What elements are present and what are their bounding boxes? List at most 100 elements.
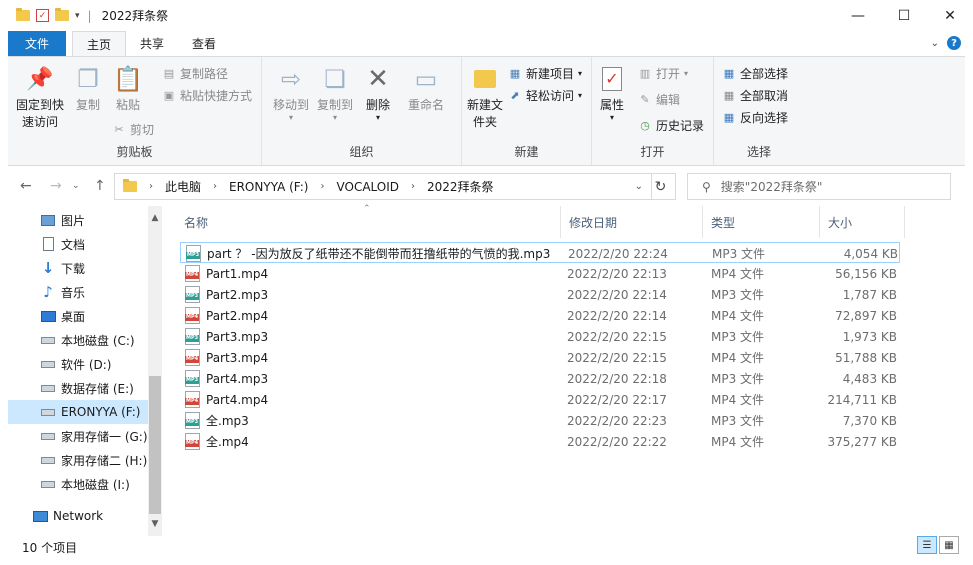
easy-access-button[interactable]: ⬈ 轻松访问 ▾ (508, 85, 582, 105)
address-history-chevron-icon[interactable]: ⌄ (635, 181, 643, 192)
organize-group-label: 组织 (349, 145, 374, 159)
customize-toolbar-icon[interactable]: ▾ (75, 11, 80, 21)
back-arrow-icon[interactable]: ← (20, 178, 32, 194)
copy-to-button[interactable]: ❏ 复制到 ▾ (310, 63, 360, 122)
minimize-button[interactable]: — (835, 0, 881, 31)
large-icons-view-icon[interactable]: ▦ (939, 536, 959, 554)
file-row[interactable]: MP3 Part3.mp3 2022/2/20 22:15 MP3 文件 1,9… (180, 326, 900, 347)
mp4-file-icon: MP4 (185, 307, 200, 324)
file-row[interactable]: MP3 全.mp3 2022/2/20 22:23 MP3 文件 7,370 K… (180, 410, 900, 431)
breadcrumb-this-pc[interactable]: 此电脑 (165, 178, 201, 195)
breadcrumb-drive[interactable]: ERONYYA (F:) (229, 180, 308, 194)
file-type: MP3 文件 (711, 372, 765, 386)
close-button[interactable]: ✕ (927, 0, 973, 31)
nav-item-music[interactable]: ♪ 音乐 (8, 280, 148, 304)
scrollbar-thumb[interactable] (149, 376, 161, 514)
chevron-down-icon: ▾ (578, 90, 583, 100)
nav-scrollbar[interactable]: ▲ ▼ (148, 206, 162, 536)
delete-button[interactable]: ✕ 删除 ▾ (358, 63, 398, 122)
documents-icon (40, 236, 56, 252)
file-name: part ？ -因为放反了纸带还不能倒带而狂撸纸带的气愤的我.mp3 (207, 247, 551, 261)
title-bar: ✓ ▾ | 2022拜条祭 — ☐ ✕ (0, 0, 973, 31)
up-arrow-icon[interactable]: ↑ (94, 178, 106, 194)
new-folder-quick-icon[interactable] (55, 8, 69, 21)
easy-access-icon: ⬈ (510, 88, 520, 102)
maximize-button[interactable]: ☐ (881, 0, 927, 31)
nav-item-drive-e[interactable]: 数据存储 (E:) (8, 376, 148, 400)
nav-item-drive-d[interactable]: 软件 (D:) (8, 352, 148, 376)
properties-button[interactable]: ✓ 属性 ▾ (592, 63, 632, 122)
nav-item-drive-h[interactable]: 家用存储二 (H:) (8, 448, 148, 472)
help-icon[interactable]: ? (947, 36, 961, 50)
tab-share[interactable]: 共享 (126, 31, 178, 56)
refresh-button[interactable]: ↻ (646, 173, 676, 200)
scroll-down-icon[interactable]: ▼ (148, 516, 162, 532)
select-none-button[interactable]: ▦ 全部取消 (722, 85, 788, 105)
drive-icon (40, 332, 56, 348)
pin-to-quick-access-button[interactable]: 📌 固定到快速访问 (14, 63, 66, 131)
search-input[interactable]: ⚲ 搜索"2022拜条祭" (687, 173, 951, 200)
nav-item-drive-f[interactable]: ERONYYA (F:) (8, 400, 148, 424)
file-row[interactable]: MP4 Part2.mp4 2022/2/20 22:14 MP4 文件 72,… (180, 305, 900, 326)
forward-arrow-icon[interactable]: → (50, 178, 62, 194)
file-row[interactable]: MP3 Part4.mp3 2022/2/20 22:18 MP3 文件 4,4… (180, 368, 900, 389)
file-size: 1,973 KB (842, 329, 897, 344)
edit-button[interactable]: ✎ 编辑 (638, 89, 680, 109)
tab-view[interactable]: 查看 (178, 31, 230, 56)
chevron-down-icon[interactable]: ⌄ (931, 38, 939, 49)
column-header-name[interactable]: 名称 (176, 206, 561, 238)
nav-item-drive-c[interactable]: 本地磁盘 (C:) (8, 328, 148, 352)
nav-item-label: 本地磁盘 (C:) (61, 333, 135, 348)
new-folder-button[interactable]: 新建文件夹 (460, 63, 510, 131)
tab-home[interactable]: 主页 (72, 31, 127, 56)
file-row[interactable]: MP4 Part4.mp4 2022/2/20 22:17 MP4 文件 214… (180, 389, 900, 410)
select-all-button[interactable]: ▦ 全部选择 (722, 63, 788, 83)
mp4-file-icon: MP4 (185, 433, 200, 450)
paste-button[interactable]: 📋 粘贴 (104, 63, 152, 114)
rename-button[interactable]: ▭ 重命名 (400, 63, 452, 114)
file-row[interactable]: MP4 Part3.mp4 2022/2/20 22:15 MP4 文件 51,… (180, 347, 900, 368)
nav-item-label: ERONYYA (F:) (61, 405, 141, 419)
column-header-type[interactable]: 类型 (703, 206, 820, 238)
file-row[interactable]: MP3 part ？ -因为放反了纸带还不能倒带而狂撸纸带的气愤的我.mp3 2… (180, 242, 900, 263)
open-button[interactable]: ▥ 打开 ▾ (638, 63, 688, 83)
window-controls: — ☐ ✕ (835, 0, 973, 31)
nav-item-label: 音乐 (61, 285, 86, 300)
copy-path-button[interactable]: ▤ 复制路径 (162, 63, 228, 83)
nav-item-pictures[interactable]: 图片 (8, 208, 148, 232)
nav-item-documents[interactable]: 文档 (8, 232, 148, 256)
pictures-icon (40, 212, 56, 228)
nav-item-desktop[interactable]: 桌面 (8, 304, 148, 328)
file-row[interactable]: MP3 Part2.mp3 2022/2/20 22:14 MP3 文件 1,7… (180, 284, 900, 305)
file-row[interactable]: MP4 全.mp4 2022/2/20 22:22 MP4 文件 375,277… (180, 431, 900, 452)
copy-label: 复制 (75, 98, 100, 112)
new-item-label: 新建项目 (526, 66, 575, 81)
nav-item-drive-i[interactable]: 本地磁盘 (I:) (8, 472, 148, 496)
paste-shortcut-button[interactable]: ▣ 粘贴快捷方式 (162, 85, 252, 105)
properties-label: 属性 (599, 98, 624, 112)
file-row[interactable]: MP4 Part1.mp4 2022/2/20 22:13 MP4 文件 56,… (180, 263, 900, 284)
nav-item-downloads[interactable]: ↓ 下载 (8, 256, 148, 280)
navigation-pane: 图片 文档 ↓ 下载 ♪ 音乐 桌面 本地磁盘 (C:) 软件 (D:) 数据存… (8, 206, 162, 536)
column-header-date[interactable]: 修改日期 (561, 206, 703, 238)
column-header-size[interactable]: 大小 (820, 206, 905, 238)
ribbon-tabs: 文件 主页 共享 查看 ⌄ ? (0, 31, 973, 56)
properties-quick-icon[interactable]: ✓ (36, 9, 49, 22)
nav-item-label: 家用存储二 (H:) (61, 453, 148, 468)
address-bar[interactable]: › 此电脑 › ERONYYA (F:) › VOCALOID › 2022拜条… (114, 173, 652, 200)
history-button[interactable]: ◷ 历史记录 (638, 115, 704, 135)
copy-icon: ❐ (77, 64, 99, 93)
nav-item-drive-g[interactable]: 家用存储一 (G:) (8, 424, 148, 448)
invert-selection-button[interactable]: ▦ 反向选择 (722, 107, 788, 127)
move-to-button[interactable]: ⇨ 移动到 ▾ (266, 63, 316, 122)
desktop-icon (40, 308, 56, 324)
recent-locations-chevron-icon[interactable]: ⌄ (72, 181, 80, 191)
tab-file[interactable]: 文件 (8, 31, 66, 56)
new-item-button[interactable]: ▦ 新建项目 ▾ (508, 63, 582, 83)
nav-item-network[interactable]: Network (8, 504, 148, 528)
breadcrumb-current-folder[interactable]: 2022拜条祭 (427, 178, 494, 195)
breadcrumb-vocaloid[interactable]: VOCALOID (337, 180, 400, 194)
details-view-icon[interactable]: ☰ (917, 536, 937, 554)
cut-button[interactable]: ✂ 剪切 (112, 119, 154, 139)
scroll-up-icon[interactable]: ▲ (148, 210, 162, 226)
